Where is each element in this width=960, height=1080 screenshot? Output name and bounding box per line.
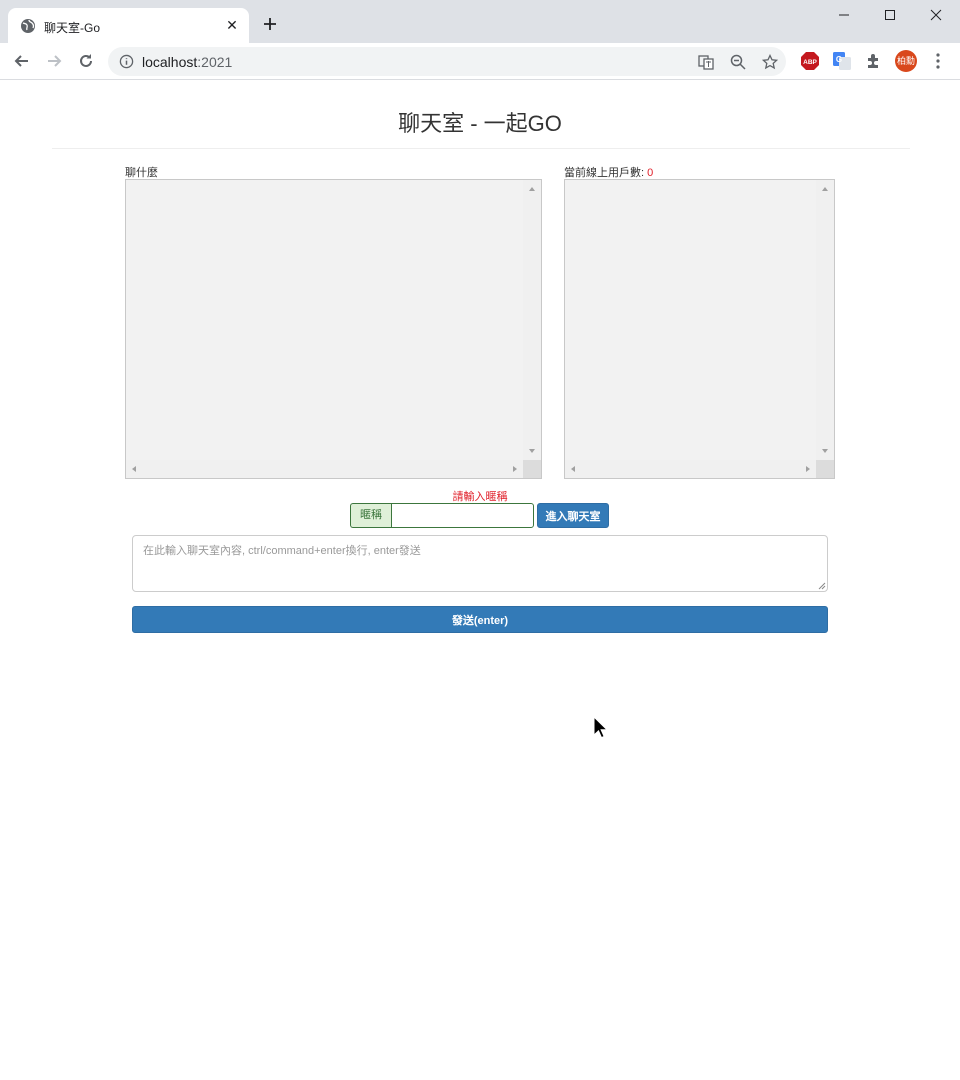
message-input[interactable] xyxy=(132,535,828,592)
scroll-up-arrow-icon[interactable] xyxy=(822,187,828,191)
browser-tab[interactable]: 聊天室-Go ✕ xyxy=(8,8,249,43)
scroll-corner xyxy=(523,460,541,478)
minimize-button[interactable] xyxy=(821,0,867,30)
online-users-label: 當前線上用戶數: 0 xyxy=(564,167,654,179)
scroll-corner xyxy=(816,460,834,478)
scroll-right-arrow-icon[interactable] xyxy=(806,466,810,472)
vertical-scrollbar[interactable] xyxy=(523,180,541,460)
profile-avatar[interactable]: 柏勳 xyxy=(895,50,917,72)
more-menu-icon[interactable] xyxy=(932,52,944,70)
close-window-button[interactable] xyxy=(913,0,959,30)
close-icon xyxy=(930,9,942,21)
chat-panel-label: 聊什麼 xyxy=(125,167,158,179)
reload-icon[interactable] xyxy=(76,51,96,71)
url-text: localhost:2021 xyxy=(142,54,233,70)
join-chat-button[interactable]: 進入聊天室 xyxy=(537,503,609,528)
online-users-list[interactable] xyxy=(564,179,835,479)
info-icon[interactable] xyxy=(119,54,134,69)
forward-arrow-icon[interactable] xyxy=(44,51,64,71)
globe-icon xyxy=(21,19,35,33)
online-user-count: 0 xyxy=(647,167,654,179)
page-title: 聊天室 - 一起GO xyxy=(398,111,562,136)
tab-title: 聊天室-Go xyxy=(44,21,101,35)
extensions-puzzle-icon[interactable] xyxy=(864,51,884,71)
new-tab-icon[interactable] xyxy=(260,14,280,34)
google-translate-extension-icon[interactable]: G xyxy=(832,51,852,71)
scroll-right-arrow-icon[interactable] xyxy=(513,466,517,472)
back-arrow-icon[interactable] xyxy=(12,51,32,71)
address-bar[interactable]: localhost:2021 xyxy=(108,47,786,76)
browser-tab-bar: 聊天室-Go ✕ xyxy=(0,0,960,43)
svg-text:G: G xyxy=(836,55,842,64)
chat-messages-area[interactable] xyxy=(125,179,542,479)
vertical-scrollbar[interactable] xyxy=(816,180,834,460)
scroll-down-arrow-icon[interactable] xyxy=(529,449,535,453)
scroll-up-arrow-icon[interactable] xyxy=(529,187,535,191)
title-divider xyxy=(52,148,910,149)
horizontal-scrollbar[interactable] xyxy=(126,460,523,478)
minimize-icon xyxy=(839,14,849,16)
send-button[interactable]: 發送(enter) xyxy=(132,606,828,633)
translate-icon[interactable] xyxy=(698,54,714,70)
nickname-input[interactable] xyxy=(391,503,534,528)
scroll-left-arrow-icon[interactable] xyxy=(132,466,136,472)
scroll-left-arrow-icon[interactable] xyxy=(571,466,575,472)
bookmark-star-icon[interactable] xyxy=(762,54,778,70)
resize-grip-icon[interactable] xyxy=(816,580,826,590)
scroll-down-arrow-icon[interactable] xyxy=(822,449,828,453)
nickname-hint: 請輸入暱稱 xyxy=(452,491,508,503)
mouse-cursor-icon xyxy=(593,716,609,739)
zoom-out-icon[interactable] xyxy=(730,54,746,70)
adblock-extension-icon[interactable]: ABP xyxy=(800,51,820,71)
svg-text:ABP: ABP xyxy=(803,59,817,66)
horizontal-scrollbar[interactable] xyxy=(565,460,816,478)
nickname-addon-label: 暱稱 xyxy=(350,503,391,528)
tab-close-icon[interactable]: ✕ xyxy=(223,16,241,34)
maximize-button[interactable] xyxy=(867,0,913,30)
maximize-icon xyxy=(885,10,895,20)
